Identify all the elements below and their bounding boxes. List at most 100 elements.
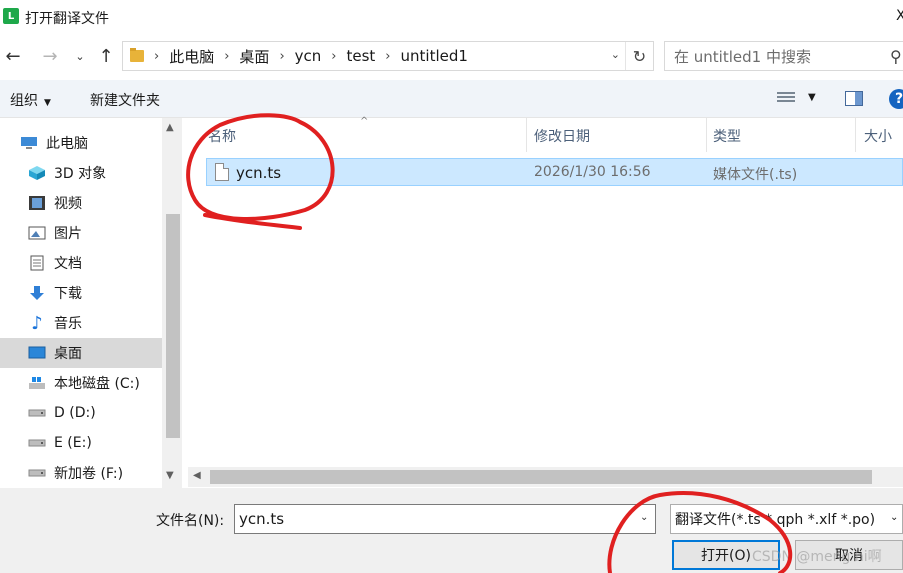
sidebar-item-label: 3D 对象 — [54, 166, 107, 182]
sidebar-item-drive-c[interactable]: 本地磁盘 (C:) — [0, 368, 162, 398]
refresh-button[interactable]: ↻ — [625, 42, 653, 70]
refresh-icon: ↻ — [632, 46, 647, 66]
view-dropdown-icon[interactable]: ▼ — [808, 92, 816, 103]
chevron-right-icon[interactable]: › — [385, 49, 390, 64]
breadcrumb-untitled1[interactable]: untitled1 — [401, 47, 468, 65]
file-modified: 2026/1/30 16:56 — [534, 164, 651, 180]
new-folder-button[interactable]: 新建文件夹 — [90, 90, 160, 110]
windows-drive-icon — [28, 375, 46, 391]
drive-icon — [28, 465, 46, 481]
sort-ascending-icon: ^ — [360, 116, 369, 127]
sidebar-item-label: 桌面 — [54, 346, 82, 362]
column-divider[interactable] — [855, 118, 856, 152]
chevron-right-icon[interactable]: › — [154, 49, 159, 64]
column-header-name[interactable]: 名称 — [208, 126, 236, 146]
forward-button[interactable]: → — [40, 44, 60, 68]
caret-down-icon: ▼ — [44, 98, 51, 108]
filename-label: 文件名(N): — [156, 513, 225, 529]
cube-icon — [28, 165, 46, 181]
window-title: 打开翻译文件 — [25, 11, 109, 27]
sidebar-item-label: 下载 — [54, 286, 82, 302]
sidebar-item-label: D (D:) — [54, 405, 96, 421]
scroll-up-icon[interactable]: ▲ — [166, 122, 174, 133]
sidebar-item-label: E (E:) — [54, 435, 92, 451]
download-icon — [28, 285, 46, 301]
navigation-bar: ← → ⌄ ↑ › 此电脑 › 桌面 › ycn › test › untitl… — [0, 36, 903, 76]
search-input[interactable]: 在 untitled1 中搜索 — [674, 46, 811, 67]
dialog-footer: 文件名(N): ycn.ts ⌄ 翻译文件(*.ts *.qph *.xlf *… — [0, 488, 903, 573]
filetype-dropdown-icon[interactable]: ⌄ — [890, 512, 898, 523]
video-icon — [28, 195, 46, 211]
folder-icon — [130, 48, 144, 62]
scroll-left-icon[interactable]: ◀ — [193, 470, 201, 481]
breadcrumb-ycn[interactable]: ycn — [295, 47, 322, 65]
music-icon: ♪ — [31, 312, 43, 334]
sidebar-item-label: 音乐 — [54, 316, 82, 332]
search-box[interactable]: 在 untitled1 中搜索 ⚲ — [664, 41, 903, 71]
preview-pane-icon[interactable] — [845, 91, 863, 106]
navigation-pane: 此电脑 3D 对象 视频 图片 文档 下载 ♪ 音乐 桌面 本地磁盘 (C:) … — [0, 118, 182, 488]
breadcrumb-desktop[interactable]: 桌面 — [239, 46, 269, 67]
address-bar[interactable]: › 此电脑 › 桌面 › ycn › test › untitled1 ⌄ ↻ — [122, 41, 654, 71]
sidebar-item-downloads[interactable]: 下载 — [0, 278, 162, 308]
filetype-select[interactable]: 翻译文件(*.ts *.qph *.xlf *.po) — [670, 504, 903, 534]
sidebar-item-pictures[interactable]: 图片 — [0, 218, 162, 248]
arrow-up-icon: ↑ — [98, 45, 114, 67]
file-icon — [215, 163, 229, 181]
sidebar-item-drive-e[interactable]: E (E:) — [0, 428, 162, 458]
sidebar-scroll-thumb[interactable] — [166, 214, 180, 438]
sidebar-item-label: 新加卷 (F:) — [54, 466, 124, 482]
sidebar-item-label: 文档 — [54, 256, 82, 272]
sidebar-item-this-pc[interactable]: 此电脑 — [0, 128, 162, 158]
filename-dropdown-icon[interactable]: ⌄ — [640, 512, 648, 523]
drive-icon — [28, 405, 46, 421]
recent-locations-button[interactable]: ⌄ — [70, 44, 90, 68]
sidebar-item-videos[interactable]: 视频 — [0, 188, 162, 218]
app-icon: L — [3, 8, 19, 24]
file-row[interactable]: ycn.ts 2026/1/30 16:56 媒体文件(.ts) — [206, 158, 903, 186]
sidebar-item-label: 本地磁盘 (C:) — [54, 376, 140, 392]
sidebar-item-label: 此电脑 — [46, 136, 88, 152]
filetype-selected-value: 翻译文件(*.ts *.qph *.xlf *.po) — [675, 512, 876, 528]
sidebar-item-label: 图片 — [54, 226, 82, 242]
sidebar-item-drive-f[interactable]: 新加卷 (F:) — [0, 458, 162, 488]
drive-icon — [28, 435, 46, 451]
sidebar-item-label: 视频 — [54, 196, 82, 212]
arrow-right-icon: → — [42, 45, 58, 67]
horizontal-scroll-thumb[interactable] — [210, 470, 872, 484]
column-header-type[interactable]: 类型 — [713, 126, 741, 146]
breadcrumb-this-pc[interactable]: 此电脑 — [169, 46, 214, 67]
watermark: CSDN @meng hi啊 — [752, 549, 882, 565]
sidebar-item-desktop[interactable]: 桌面 — [0, 338, 162, 368]
arrow-left-icon: ← — [5, 45, 21, 67]
column-header-size[interactable]: 大小 — [864, 126, 892, 146]
command-toolbar: 组织 ▼ 新建文件夹 ▼ ? — [0, 80, 903, 118]
view-options-icon[interactable] — [777, 92, 795, 106]
column-divider[interactable] — [706, 118, 707, 152]
file-type: 媒体文件(.ts) — [713, 167, 798, 183]
chevron-right-icon[interactable]: › — [279, 49, 284, 64]
title-bar: L 打开翻译文件 X — [0, 0, 903, 32]
horizontal-scrollbar[interactable]: ◀ — [188, 467, 903, 487]
chevron-right-icon[interactable]: › — [224, 49, 229, 64]
column-divider[interactable] — [526, 118, 527, 152]
organize-label: 组织 — [10, 93, 38, 109]
sidebar-item-music[interactable]: ♪ 音乐 — [0, 308, 162, 338]
picture-icon — [28, 225, 46, 241]
chevron-down-icon: ⌄ — [75, 49, 85, 63]
scroll-down-icon[interactable]: ▼ — [166, 470, 174, 481]
breadcrumb-test[interactable]: test — [346, 47, 375, 65]
back-button[interactable]: ← — [3, 44, 23, 68]
sidebar-item-3d-objects[interactable]: 3D 对象 — [0, 158, 162, 188]
address-dropdown-icon[interactable]: ⌄ — [611, 48, 620, 61]
up-button[interactable]: ↑ — [96, 44, 116, 68]
close-button[interactable]: X — [896, 8, 903, 24]
help-icon[interactable]: ? — [889, 89, 903, 109]
sidebar-item-documents[interactable]: 文档 — [0, 248, 162, 278]
column-header-modified[interactable]: 修改日期 — [534, 126, 590, 146]
organize-menu[interactable]: 组织 ▼ — [10, 90, 51, 110]
search-icon[interactable]: ⚲ — [890, 47, 902, 66]
filename-input[interactable]: ycn.ts — [234, 504, 656, 534]
chevron-right-icon[interactable]: › — [331, 49, 336, 64]
sidebar-item-drive-d[interactable]: D (D:) — [0, 398, 162, 428]
